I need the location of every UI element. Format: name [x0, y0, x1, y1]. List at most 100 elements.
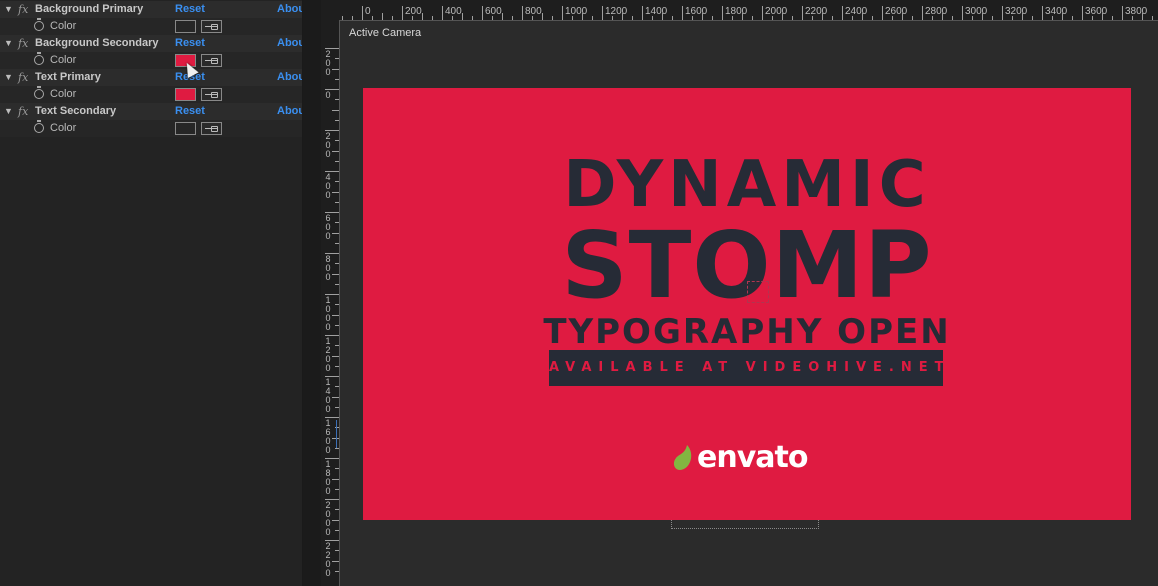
effect-header-background-primary[interactable]: ▼ fx Background Primary Reset About...: [0, 1, 302, 18]
eyedropper-icon[interactable]: [201, 122, 222, 135]
vertical-ruler[interactable]: 200 0 200 400 600 800 1000 1200 1400 1600 1800 2000…: [321, 0, 340, 586]
twirl-down-icon[interactable]: ▼: [4, 35, 13, 52]
ruler-minor-tick: [335, 407, 339, 408]
about-link[interactable]: About...: [277, 1, 302, 18]
ruler-label: 1800: [725, 6, 748, 17]
color-swatch[interactable]: [175, 122, 196, 135]
ruler-label: 3400: [1045, 6, 1068, 17]
ruler-tick: [562, 6, 563, 20]
envato-logo: envato: [673, 441, 833, 475]
reset-link[interactable]: Reset: [175, 1, 205, 18]
ruler-label: 400: [325, 172, 331, 200]
ruler-minor-tick: [335, 345, 339, 346]
color-swatch[interactable]: [175, 20, 196, 33]
about-link[interactable]: About...: [277, 69, 302, 86]
ruler-minor-tick: [335, 140, 339, 141]
ruler-minor-tick: [752, 16, 753, 20]
ruler-tick: [402, 6, 403, 20]
ruler-label: 2400: [845, 6, 868, 17]
ruler-minor-tick: [502, 13, 503, 20]
ruler-minor-tick: [872, 16, 873, 20]
ruler-tick: [1122, 6, 1123, 20]
effect-header-text-secondary[interactable]: ▼ fx Text Secondary Reset About...: [0, 103, 302, 120]
guide-marker: [336, 420, 340, 448]
ruler-minor-tick: [342, 16, 343, 20]
effect-header-text-primary[interactable]: ▼ fx Text Primary Reset About...: [0, 69, 302, 86]
ruler-minor-tick: [335, 489, 339, 490]
ruler-minor-tick: [335, 448, 339, 449]
composition-viewer[interactable]: 200 0 200 400 600 800 1000 1200 1400 1600 1800 2000…: [321, 0, 1158, 586]
twirl-down-icon[interactable]: ▼: [4, 1, 13, 18]
ruler-minor-tick: [332, 315, 339, 316]
horizontal-ruler[interactable]: 0 200 400 600 800 1000 1200 1400 1600 1800 2000 220…: [339, 0, 1158, 21]
ruler-minor-tick: [335, 79, 339, 80]
ruler-label: 1200: [605, 6, 628, 17]
ruler-minor-tick: [335, 366, 339, 367]
ruler-minor-tick: [1012, 16, 1013, 20]
composition-frame[interactable]: DYNAMIC STOMP TYPOGRAPHY OPEN AVAILABLE …: [363, 88, 1131, 520]
ruler-minor-tick: [552, 16, 553, 20]
stopwatch-icon[interactable]: [34, 120, 44, 133]
reset-link[interactable]: Reset: [175, 35, 205, 52]
panel-divider[interactable]: [303, 0, 321, 586]
ruler-label: 2600: [885, 6, 908, 17]
ruler-tick: [482, 6, 483, 20]
effect-name: Text Primary: [35, 71, 101, 83]
stopwatch-icon[interactable]: [34, 86, 44, 99]
property-row-color: Color: [0, 86, 302, 103]
property-name: Color: [50, 20, 77, 32]
ruler-minor-tick: [412, 16, 413, 20]
ruler-minor-tick: [1142, 13, 1143, 20]
ruler-minor-tick: [1022, 13, 1023, 20]
eyedropper-icon[interactable]: [201, 88, 222, 101]
ruler-minor-tick: [335, 325, 339, 326]
twirl-down-icon[interactable]: ▼: [4, 69, 13, 86]
ruler-minor-tick: [335, 571, 339, 572]
videohive-banner: AVAILABLE AT VIDEOHIVE.NET: [549, 350, 944, 386]
stopwatch-icon[interactable]: [34, 18, 44, 31]
ruler-minor-tick: [782, 13, 783, 20]
ruler-minor-tick: [1062, 13, 1063, 20]
stopwatch-icon[interactable]: [34, 52, 44, 65]
ruler-minor-tick: [332, 110, 339, 111]
fx-icon: fx: [18, 71, 29, 84]
ruler-minor-tick: [1072, 16, 1073, 20]
eyedropper-icon[interactable]: [201, 20, 222, 33]
ruler-minor-tick: [472, 16, 473, 20]
ruler-minor-tick: [942, 13, 943, 20]
ruler-minor-tick: [532, 16, 533, 20]
fx-icon: fx: [18, 3, 29, 16]
effect-header-background-secondary[interactable]: ▼ fx Background Secondary Reset About...: [0, 35, 302, 52]
ruler-label: 0: [325, 90, 331, 100]
ruler-minor-tick: [335, 99, 339, 100]
ruler-label: 3200: [1005, 6, 1028, 17]
ruler-minor-tick: [335, 263, 339, 264]
about-link[interactable]: About...: [277, 103, 302, 120]
property-row-color: Color: [0, 18, 302, 35]
ruler-minor-tick: [632, 16, 633, 20]
ruler-minor-tick: [692, 16, 693, 20]
safe-zone-bracket: [671, 520, 819, 529]
ruler-minor-tick: [852, 16, 853, 20]
ruler-minor-tick: [972, 16, 973, 20]
fx-icon: fx: [18, 37, 29, 50]
eyedropper-icon[interactable]: [201, 54, 222, 67]
effect-name: Text Secondary: [35, 105, 117, 117]
ruler-minor-tick: [392, 16, 393, 20]
effect-controls-panel: ▼ fx Background Primary Reset About... C…: [0, 0, 303, 586]
reset-link[interactable]: Reset: [175, 103, 205, 120]
ruler-minor-tick: [652, 16, 653, 20]
ruler-minor-tick: [812, 16, 813, 20]
ruler-tick: [682, 6, 683, 20]
property-row-color: Color: [0, 120, 302, 137]
ruler-minor-tick: [422, 13, 423, 20]
ruler-minor-tick: [892, 16, 893, 20]
ruler-tick: [922, 6, 923, 20]
anchor-point-box[interactable]: [747, 281, 769, 303]
ruler-label: 1400: [325, 377, 331, 414]
twirl-down-icon[interactable]: ▼: [4, 103, 13, 120]
ruler-minor-tick: [432, 16, 433, 20]
about-link[interactable]: About...: [277, 35, 302, 52]
color-swatch[interactable]: [175, 88, 196, 101]
ruler-label: 1000: [325, 295, 331, 332]
